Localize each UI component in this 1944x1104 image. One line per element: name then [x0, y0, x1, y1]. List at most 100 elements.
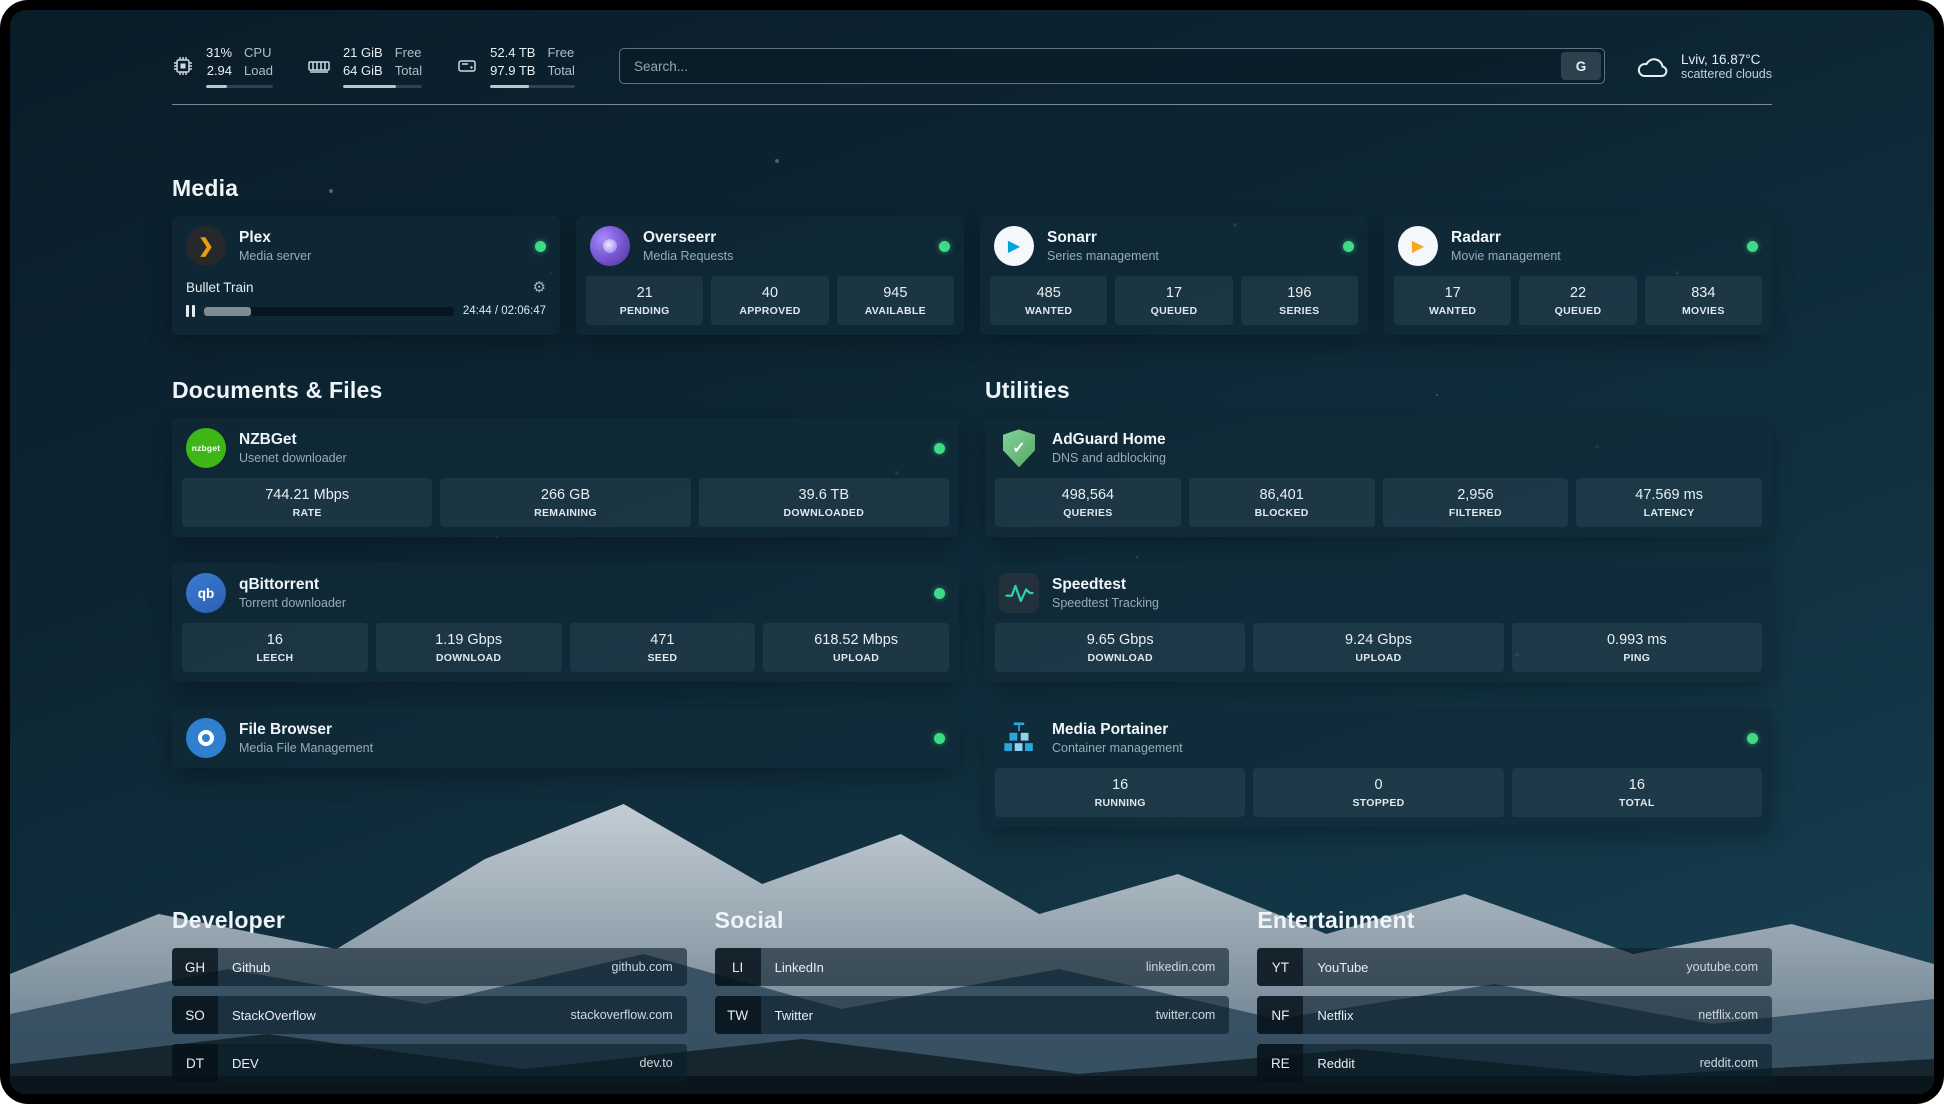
- bookmark-reddit[interactable]: RE Reddit reddit.com: [1257, 1044, 1772, 1082]
- bookmark-github[interactable]: GH Github github.com: [172, 948, 687, 986]
- search-input[interactable]: [619, 48, 1605, 84]
- speedtest-icon: [999, 573, 1039, 613]
- stat-value: 471: [574, 632, 752, 648]
- bookmark-abbr: RE: [1257, 1044, 1303, 1082]
- stat-queued: 22 QUEUED: [1519, 276, 1636, 325]
- memory-total-value: 64 GiB: [343, 62, 383, 80]
- service-link-qbittorrent[interactable]: qb qBittorrent Torrent downloader: [172, 563, 959, 623]
- service-description: Usenet downloader: [239, 451, 347, 465]
- service-link-nzbget[interactable]: nzbget NZBGet Usenet downloader: [172, 418, 959, 478]
- service-link-sonarr[interactable]: ▶ Sonarr Series management: [980, 216, 1368, 276]
- stat-remaining: 266 GB REMAINING: [440, 478, 690, 527]
- playback-progress-bar[interactable]: [204, 307, 454, 316]
- stat-label: QUERIES: [999, 507, 1177, 519]
- service-link-adguard[interactable]: ✓ AdGuard Home DNS and adblocking: [985, 418, 1772, 478]
- bookmark-abbr: LI: [715, 948, 761, 986]
- now-playing-title: Bullet Train: [186, 280, 254, 295]
- stat-leech: 16 LEECH: [182, 623, 368, 672]
- cpu-icon: [172, 55, 194, 77]
- stat-label: STOPPED: [1257, 797, 1499, 809]
- service-link-plex[interactable]: ❯ Plex Media server: [172, 216, 560, 276]
- stat-wanted: 17 WANTED: [1394, 276, 1511, 325]
- stat-download: 1.19 Gbps DOWNLOAD: [376, 623, 562, 672]
- stat-movies: 834 MOVIES: [1645, 276, 1762, 325]
- stat-value: 945: [841, 285, 950, 301]
- memory-free-label: Free: [395, 44, 422, 62]
- service-card-speedtest: Speedtest Speedtest Tracking 9.65 Gbps D…: [985, 563, 1772, 682]
- stat-queued: 17 QUEUED: [1115, 276, 1232, 325]
- memory-total-label: Total: [395, 62, 422, 80]
- section-utilities: Utilities ✓ AdGuard Home DNS and adblock…: [985, 377, 1772, 853]
- bookmark-stackoverflow[interactable]: SO StackOverflow stackoverflow.com: [172, 996, 687, 1034]
- disk-total-label: Total: [547, 62, 574, 80]
- stat-available: 945 AVAILABLE: [837, 276, 954, 325]
- stat-label: QUEUED: [1119, 305, 1228, 317]
- service-name: NZBGet: [239, 431, 347, 449]
- bookmark-netflix[interactable]: NF Netflix netflix.com: [1257, 996, 1772, 1034]
- disk-free-value: 52.4 TB: [490, 44, 535, 62]
- stat-label: UPLOAD: [767, 652, 945, 664]
- stat-label: LEECH: [186, 652, 364, 664]
- service-description: Torrent downloader: [239, 596, 346, 610]
- bookmark-abbr: TW: [715, 996, 761, 1034]
- service-description: DNS and adblocking: [1052, 451, 1166, 465]
- gear-icon[interactable]: ⚙: [533, 278, 546, 296]
- bookmark-name: Netflix: [1303, 1008, 1353, 1023]
- stat-value: 744.21 Mbps: [186, 487, 428, 503]
- bookmark-twitter[interactable]: TW Twitter twitter.com: [715, 996, 1230, 1034]
- stat-label: SEED: [574, 652, 752, 664]
- background-stars: [10, 10, 12, 12]
- stat-blocked: 86,401 BLOCKED: [1189, 478, 1375, 527]
- stat-value: 17: [1398, 285, 1507, 301]
- stat-label: RUNNING: [999, 797, 1241, 809]
- service-card-filebrowser: File Browser Media File Management: [172, 708, 959, 768]
- service-card-portainer: Media Portainer Container management 16 …: [985, 708, 1772, 827]
- stat-value: 0.993 ms: [1516, 632, 1758, 648]
- service-name: qBittorrent: [239, 576, 346, 594]
- bookmark-abbr: DT: [172, 1044, 218, 1082]
- bookmark-abbr: YT: [1257, 948, 1303, 986]
- service-name: Sonarr: [1047, 229, 1159, 247]
- section-title-entertainment: Entertainment: [1257, 907, 1772, 934]
- stat-value: 2,956: [1387, 487, 1565, 503]
- service-link-radarr[interactable]: ▶ Radarr Movie management: [1384, 216, 1772, 276]
- search-engine-button[interactable]: G: [1561, 52, 1601, 80]
- bookmark-url: reddit.com: [1700, 1056, 1772, 1070]
- nzbget-icon: nzbget: [186, 428, 226, 468]
- disk-usage-bar: [490, 85, 575, 88]
- bookmark-linkedin[interactable]: LI LinkedIn linkedin.com: [715, 948, 1230, 986]
- service-name: Speedtest: [1052, 576, 1159, 594]
- section-documents: Documents & Files nzbget NZBGet Usenet d…: [172, 377, 959, 853]
- bookmark-name: Github: [218, 960, 270, 975]
- stat-value: 17: [1119, 285, 1228, 301]
- pause-button[interactable]: [186, 305, 195, 317]
- bookmark-dev[interactable]: DT DEV dev.to: [172, 1044, 687, 1082]
- service-card-nzbget: nzbget NZBGet Usenet downloader 744.21 M…: [172, 418, 959, 537]
- stat-value: 16: [186, 632, 364, 648]
- service-link-speedtest[interactable]: Speedtest Speedtest Tracking: [985, 563, 1772, 623]
- bookmark-url: netflix.com: [1698, 1008, 1772, 1022]
- cpu-load-label: Load: [244, 62, 273, 80]
- screenshot-frame: 31% 2.94 CPU Load: [0, 0, 1944, 1104]
- stat-upload: 9.24 Gbps UPLOAD: [1253, 623, 1503, 672]
- service-link-filebrowser[interactable]: File Browser Media File Management: [172, 708, 959, 768]
- service-link-overseerr[interactable]: Overseerr Media Requests: [576, 216, 964, 276]
- bookmark-name: Twitter: [761, 1008, 813, 1023]
- dashboard-screen: 31% 2.94 CPU Load: [10, 10, 1934, 1094]
- stat-value: 22: [1523, 285, 1632, 301]
- status-dot: [934, 733, 945, 744]
- stat-total: 16 TOTAL: [1512, 768, 1762, 817]
- cloud-icon: [1635, 51, 1669, 81]
- stat-value: 196: [1245, 285, 1354, 301]
- stat-pending: 21 PENDING: [586, 276, 703, 325]
- stat-label: DOWNLOAD: [999, 652, 1241, 664]
- service-description: Container management: [1052, 741, 1183, 755]
- bookmark-youtube[interactable]: YT YouTube youtube.com: [1257, 948, 1772, 986]
- service-link-portainer[interactable]: Media Portainer Container management: [985, 708, 1772, 768]
- service-name: Radarr: [1451, 229, 1561, 247]
- stat-value: 618.52 Mbps: [767, 632, 945, 648]
- overseerr-icon: [590, 226, 630, 266]
- service-name: Plex: [239, 229, 311, 247]
- stat-value: 498,564: [999, 487, 1177, 503]
- stat-download: 9.65 Gbps DOWNLOAD: [995, 623, 1245, 672]
